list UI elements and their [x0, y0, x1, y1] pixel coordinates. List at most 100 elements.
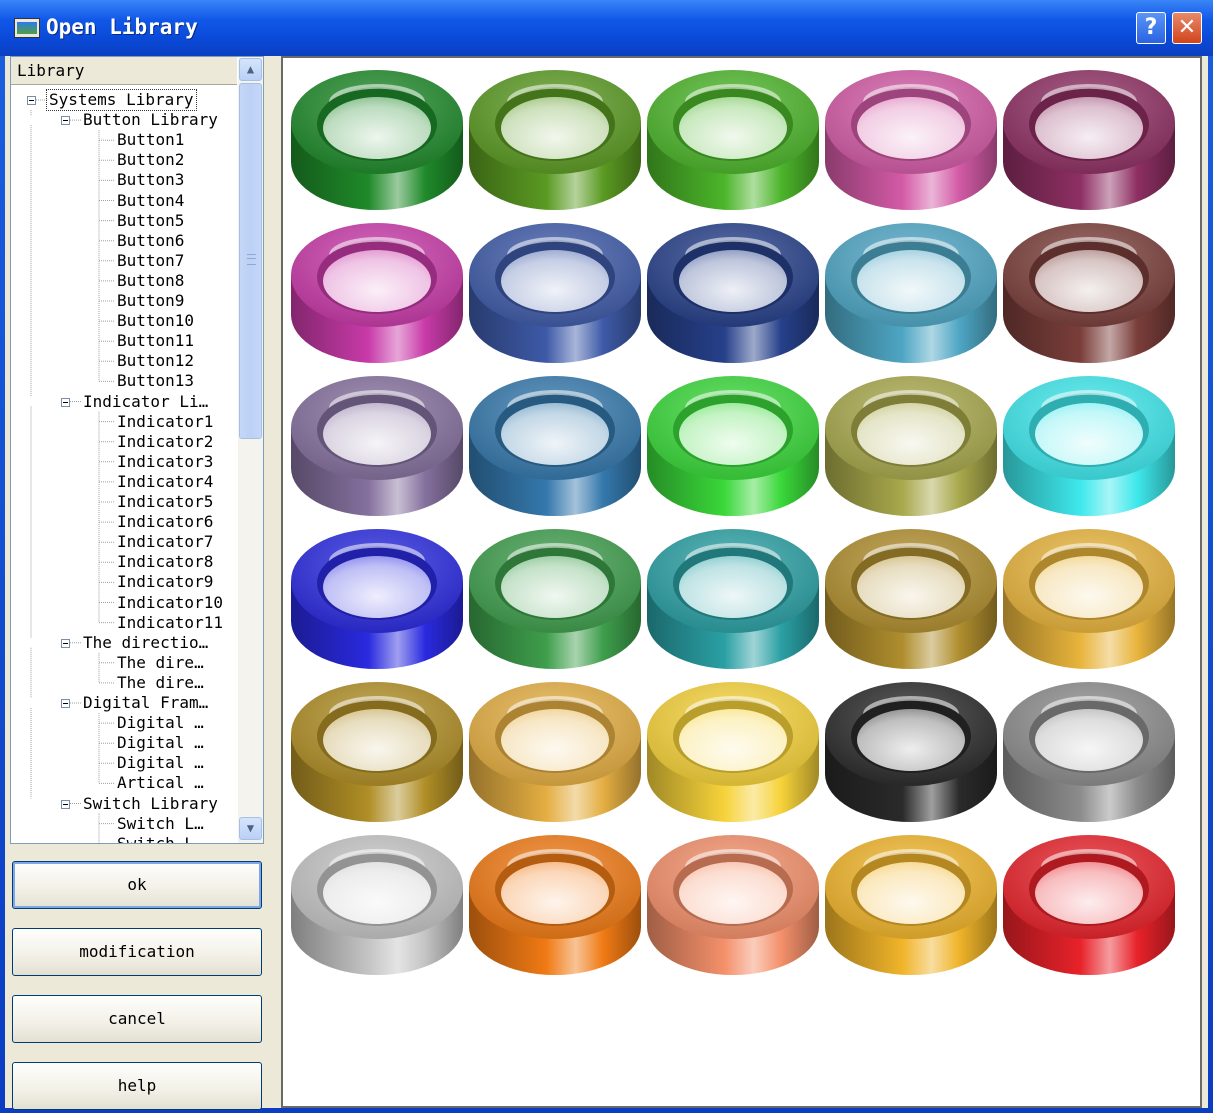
library-button-item[interactable] — [1001, 215, 1177, 365]
library-button-item[interactable] — [289, 62, 465, 212]
library-button-item[interactable] — [1001, 674, 1177, 824]
tree-node[interactable]: Button2 — [117, 150, 184, 170]
library-button-item[interactable] — [823, 215, 999, 365]
ok-button[interactable]: ok — [12, 861, 262, 909]
tree-node[interactable]: Artical … — [117, 773, 204, 793]
tree-node[interactable]: Indicator3 — [117, 452, 213, 472]
tree-node[interactable]: Indicator4 — [117, 472, 213, 492]
round-button-icon — [1003, 682, 1175, 822]
tree-node[interactable]: Button1 — [117, 130, 184, 150]
tree-node[interactable]: Button6 — [117, 231, 184, 251]
tree-collapse-icon[interactable] — [61, 397, 70, 407]
tree-node[interactable]: Indicator2 — [117, 432, 213, 452]
tree-node[interactable]: Button7 — [117, 251, 184, 271]
tree-node[interactable]: Digital … — [117, 753, 204, 773]
close-button[interactable]: ✕ — [1172, 12, 1202, 44]
tree-node[interactable]: Switch L… — [117, 814, 204, 834]
round-button-icon — [469, 529, 641, 669]
library-button-item[interactable] — [645, 62, 821, 212]
round-button-icon — [291, 682, 463, 822]
tree-node[interactable]: The dire… — [117, 673, 204, 693]
tree-node[interactable]: Digital Fram… — [83, 693, 208, 713]
tree-node[interactable]: Indicator9 — [117, 572, 213, 592]
library-button-item[interactable] — [823, 521, 999, 671]
library-button-item[interactable] — [467, 62, 643, 212]
round-button-icon — [1003, 70, 1175, 210]
round-button-icon — [469, 835, 641, 975]
round-button-icon — [291, 223, 463, 363]
tree-node[interactable]: Button13 — [117, 371, 194, 391]
library-button-item[interactable] — [823, 62, 999, 212]
library-button-item[interactable] — [289, 827, 465, 977]
tree-node[interactable]: Indicator7 — [117, 532, 213, 552]
library-button-item[interactable] — [823, 674, 999, 824]
library-button-item[interactable] — [467, 827, 643, 977]
round-button-icon — [1003, 376, 1175, 516]
library-button-item[interactable] — [289, 674, 465, 824]
tree-node[interactable]: Digital … — [117, 713, 204, 733]
tree-node[interactable]: Systems Library — [46, 89, 197, 111]
tree-collapse-icon[interactable] — [61, 699, 70, 708]
scroll-thumb[interactable] — [239, 83, 262, 439]
tree-node[interactable]: Switch L… — [117, 834, 204, 843]
tree-node[interactable]: Indicator11 — [117, 613, 223, 633]
library-tree[interactable]: Library Systems Library Button Library But… — [10, 56, 264, 844]
tree-collapse-icon[interactable] — [61, 116, 70, 126]
scroll-down-arrow-icon[interactable]: ▼ — [239, 817, 262, 840]
tree-node[interactable]: Indicator10 — [117, 593, 223, 613]
tree-node[interactable]: Button11 — [117, 331, 194, 351]
round-button-icon — [469, 682, 641, 822]
library-button-item[interactable] — [289, 368, 465, 518]
library-button-item[interactable] — [289, 215, 465, 365]
round-button-icon — [647, 70, 819, 210]
tree-node[interactable]: Indicator6 — [117, 512, 213, 532]
library-button-item[interactable] — [467, 368, 643, 518]
modification-button[interactable]: modification — [12, 928, 262, 976]
tree-node[interactable]: Button4 — [117, 191, 184, 211]
library-button-item[interactable] — [1001, 521, 1177, 671]
tree-node[interactable]: The directio… — [83, 633, 208, 653]
tree-node[interactable]: Button3 — [117, 170, 184, 190]
tree-collapse-icon[interactable] — [61, 638, 70, 648]
tree-node[interactable]: Button5 — [117, 211, 184, 231]
tree-node[interactable]: Button12 — [117, 351, 194, 371]
tree-node[interactable]: Indicator8 — [117, 552, 213, 572]
library-button-item[interactable] — [645, 521, 821, 671]
round-button-icon — [647, 835, 819, 975]
help-titlebar-button[interactable]: ? — [1136, 12, 1166, 44]
title-bar[interactable]: Open Library ? ✕ — [0, 0, 1213, 56]
round-button-icon — [647, 223, 819, 363]
library-button-item[interactable] — [823, 827, 999, 977]
round-button-icon — [825, 835, 997, 975]
tree-node[interactable]: Indicator Li… — [83, 392, 208, 412]
round-button-icon — [647, 376, 819, 516]
library-button-item[interactable] — [645, 827, 821, 977]
cancel-button[interactable]: cancel — [12, 995, 262, 1043]
tree-node[interactable]: Button10 — [117, 311, 194, 331]
library-button-item[interactable] — [645, 215, 821, 365]
library-button-item[interactable] — [467, 674, 643, 824]
library-button-item[interactable] — [1001, 62, 1177, 212]
library-button-item[interactable] — [645, 368, 821, 518]
library-button-item[interactable] — [1001, 368, 1177, 518]
scroll-up-arrow-icon[interactable]: ▲ — [239, 58, 262, 81]
button-gallery — [281, 56, 1202, 1108]
tree-node[interactable]: Digital … — [117, 733, 204, 753]
tree-collapse-icon[interactable] — [61, 799, 70, 809]
tree-node[interactable]: Button9 — [117, 291, 184, 311]
library-button-item[interactable] — [823, 368, 999, 518]
tree-collapse-icon[interactable] — [27, 96, 36, 105]
tree-node[interactable]: Button8 — [117, 271, 184, 291]
library-button-item[interactable] — [645, 674, 821, 824]
library-button-item[interactable] — [467, 521, 643, 671]
help-button[interactable]: help — [12, 1062, 262, 1110]
tree-node[interactable]: Switch Library — [83, 794, 218, 814]
library-button-item[interactable] — [467, 215, 643, 365]
tree-node[interactable]: Indicator1 — [117, 412, 213, 432]
library-button-item[interactable] — [1001, 827, 1177, 977]
tree-scrollbar[interactable]: ▲ ▼ — [238, 57, 263, 843]
tree-node[interactable]: Indicator5 — [117, 492, 213, 512]
library-button-item[interactable] — [289, 521, 465, 671]
tree-node[interactable]: Button Library — [83, 110, 218, 130]
tree-node[interactable]: The dire… — [117, 653, 204, 673]
